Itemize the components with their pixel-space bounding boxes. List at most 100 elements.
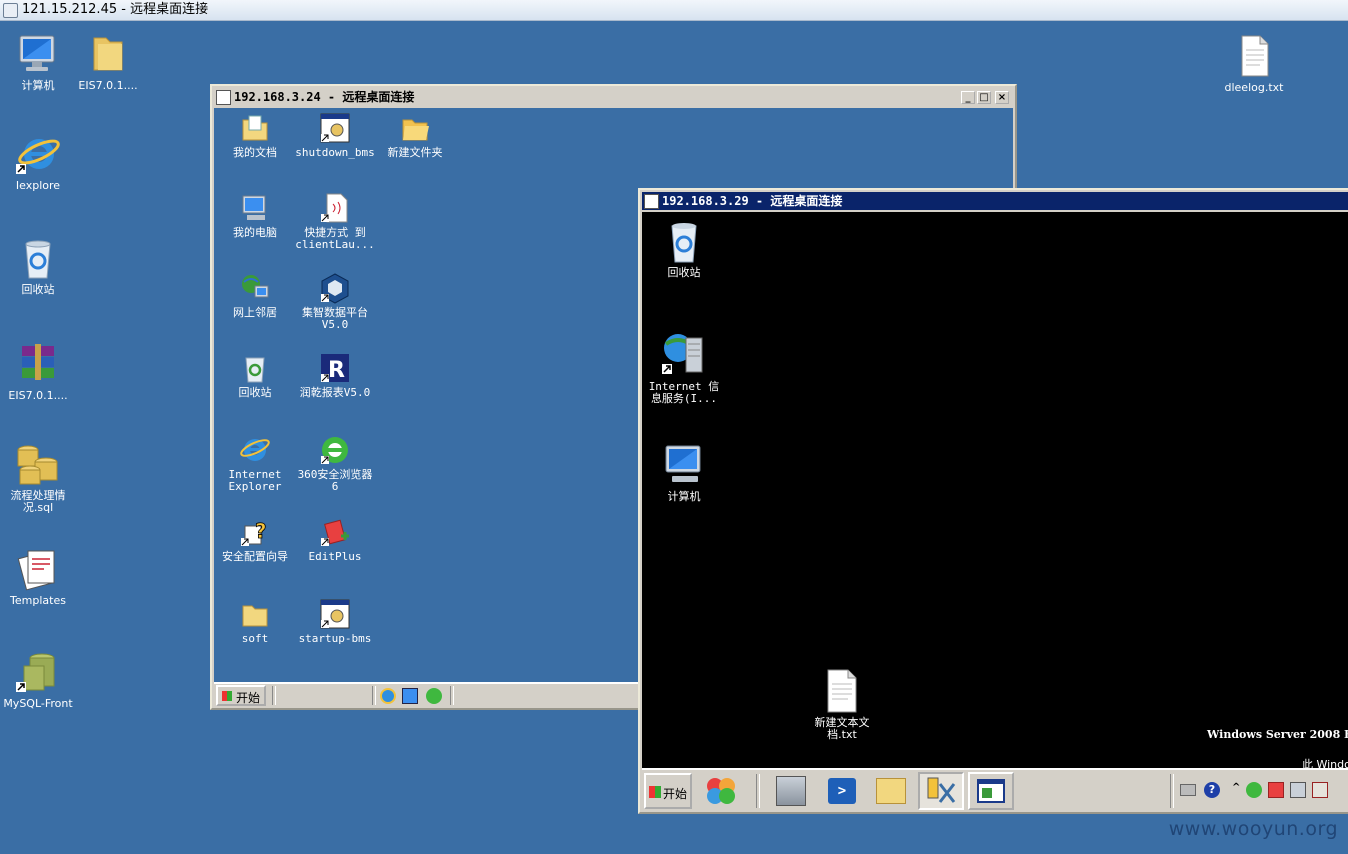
icon-label: startup-bms xyxy=(298,632,372,645)
remote-icon-new-text-document[interactable]: 新建文本文档.txt xyxy=(802,668,882,741)
start-label: 开始 xyxy=(236,691,261,705)
internet-explorer-icon xyxy=(240,439,270,461)
chevron-up-icon[interactable]: ^ xyxy=(1232,782,1242,798)
winrar-archive-icon xyxy=(22,344,54,380)
icon-label: 360安全浏览器6 xyxy=(297,468,373,493)
taskbar-app-tools-icon[interactable] xyxy=(918,772,964,810)
documents-folder-icon xyxy=(242,115,268,141)
remote-icon-iis-manager[interactable]: Internet 信息服务(I... xyxy=(644,330,724,405)
tray-network-icon[interactable] xyxy=(1290,782,1306,798)
network-icon xyxy=(242,275,269,298)
desktop-icon-dleelog[interactable]: dleelog.txt xyxy=(1214,32,1294,94)
icon-label: 润乾报表V5.0 xyxy=(299,386,371,399)
360-browser-icon xyxy=(321,437,348,464)
text-file-icon xyxy=(1241,35,1269,77)
desktop-icon-mysql-front[interactable]: MySQL-Front xyxy=(0,648,78,710)
remote-icon-360-browser[interactable]: 360安全浏览器6 xyxy=(295,434,375,493)
taskbar-app-window-icon[interactable] xyxy=(968,772,1014,810)
iis-server-icon xyxy=(662,334,703,374)
remote-icon-jizhi-platform[interactable]: 集智数据平台V5.0 xyxy=(295,272,375,331)
watermark: www.wooyun.org xyxy=(1168,818,1338,840)
remote-icon-clientlauncher-shortcut[interactable]: 快捷方式 到 clientLau... xyxy=(295,192,375,251)
icon-label: Internet Explorer xyxy=(228,468,282,493)
start-button[interactable]: 开始 xyxy=(644,773,692,809)
windows-logo-icon xyxy=(649,786,661,798)
icon-label: 快捷方式 到 clientLau... xyxy=(295,226,375,251)
desktop-icon-eis-archive[interactable]: EIS7.0.1.... xyxy=(0,340,78,402)
window-titlebar[interactable]: 192.168.3.24 - 远程桌面连接 _ □ × xyxy=(214,88,1013,106)
icon-label: 新建文本文档.txt xyxy=(814,716,870,741)
help-icon[interactable]: ? xyxy=(1204,782,1220,798)
remote-icon-new-folder[interactable]: 新建文件夹 xyxy=(375,112,455,159)
quicklaunch-desktop-icon[interactable] xyxy=(402,688,418,704)
desktop-icon-label: MySQL-Front xyxy=(3,697,73,710)
quicklaunch-ie-icon[interactable] xyxy=(380,688,396,704)
desktop-icon-label: Templates xyxy=(10,594,66,607)
start-button[interactable]: 开始 xyxy=(216,685,266,706)
window-titlebar[interactable]: 192.168.3.29 - 远程桌面连接 xyxy=(642,192,1348,210)
database-icon xyxy=(17,445,58,485)
windows-logo-icon xyxy=(222,691,232,701)
desktop-icon-iexplore[interactable]: Iexplore xyxy=(0,130,78,192)
remote-icon-my-documents[interactable]: 我的文档 xyxy=(215,112,295,159)
desktop-icon-sql-file[interactable]: 流程处理情况.sql xyxy=(0,440,78,514)
remote-icon-editplus[interactable]: EditPlus xyxy=(295,516,375,563)
taskbar-separator xyxy=(450,686,454,705)
recycle-bin-icon xyxy=(245,357,265,383)
remote-icon-my-computer[interactable]: 我的电脑 xyxy=(215,192,295,239)
remote-desktop-area[interactable]: 回收站 Internet 信息服务(I... 计算机 新建文本文档.txt Wi… xyxy=(642,212,1348,768)
desktop-icon-computer[interactable]: 计算机 xyxy=(0,30,78,92)
window-title: 192.168.3.24 - 远程桌面连接 xyxy=(234,90,415,104)
remote-desktop-icon xyxy=(644,194,659,209)
recycle-bin-icon xyxy=(671,223,697,263)
tray-security-alert-icon[interactable] xyxy=(1268,782,1284,798)
quicklaunch-360-icon[interactable] xyxy=(426,688,442,704)
batch-file-icon xyxy=(320,113,350,143)
remote-desktop-icon xyxy=(3,3,18,18)
quicklaunch-powershell-icon[interactable]: > xyxy=(828,778,856,804)
remote-icon-shutdown-bms[interactable]: shutdown_bms xyxy=(295,112,375,159)
desktop-icon-eis-folder[interactable]: EIS7.0.1.... xyxy=(68,30,148,92)
remote-icon-runqian-report[interactable]: R 润乾报表V5.0 xyxy=(295,352,375,399)
minimize-button[interactable]: _ xyxy=(961,91,975,104)
remote-icon-internet-explorer[interactable]: Internet Explorer xyxy=(215,434,295,493)
start-label: 开始 xyxy=(663,787,688,801)
remote-icon-security-wizard[interactable]: ? 安全配置向导 xyxy=(215,516,295,563)
icon-label: 集智数据平台V5.0 xyxy=(302,306,368,331)
computer-icon xyxy=(242,195,266,220)
quicklaunch-media-center-icon[interactable] xyxy=(704,776,738,806)
folder-icon xyxy=(93,37,123,71)
desktop-icon-templates[interactable]: Templates xyxy=(0,545,78,607)
svg-text:R: R xyxy=(328,358,345,383)
folder-icon xyxy=(402,119,429,141)
os-license-text: 此 Window xyxy=(1302,758,1348,768)
window-title: 192.168.3.29 - 远程桌面连接 xyxy=(662,194,843,208)
remote-icon-soft-folder[interactable]: soft xyxy=(215,598,295,645)
keyboard-icon[interactable] xyxy=(1180,784,1196,796)
icon-label: Internet 信息服务(I... xyxy=(648,380,720,405)
quicklaunch-server-manager-icon[interactable] xyxy=(776,776,806,806)
desktop-icon-label: Iexplore xyxy=(15,179,61,192)
remote-icon-computer[interactable]: 计算机 xyxy=(644,444,724,503)
computer-icon xyxy=(665,445,701,482)
java-file-icon xyxy=(321,193,348,223)
remote-icon-network-places[interactable]: 网上邻居 xyxy=(215,272,295,319)
tray-volume-icon[interactable] xyxy=(1312,782,1328,798)
icon-label: 计算机 xyxy=(667,490,701,503)
desktop-icon-recycle-bin[interactable]: 回收站 xyxy=(0,234,78,296)
outer-window-titlebar[interactable]: 121.15.212.45 - 远程桌面连接 xyxy=(0,0,1348,21)
tray-update-icon[interactable] xyxy=(1246,782,1262,798)
remote-icon-recycle-bin[interactable]: 回收站 xyxy=(644,220,724,279)
report-app-icon: R xyxy=(321,354,349,383)
batch-file-icon xyxy=(320,599,350,629)
close-button[interactable]: × xyxy=(995,91,1009,104)
quicklaunch-explorer-icon[interactable] xyxy=(876,778,906,804)
remote-icon-recycle-bin[interactable]: 回收站 xyxy=(215,352,295,399)
remote-desktop-icon xyxy=(216,90,231,105)
rdp-window-192-168-3-29[interactable]: 192.168.3.29 - 远程桌面连接 回收站 Internet 信息服务(… xyxy=(638,188,1348,814)
maximize-button[interactable]: □ xyxy=(977,91,991,104)
internet-explorer-icon xyxy=(16,139,60,174)
desktop-icon-label: 计算机 xyxy=(21,79,55,92)
remote-icon-startup-bms[interactable]: startup-bms xyxy=(295,598,375,645)
desktop-icon-label: EIS7.0.1.... xyxy=(78,79,138,92)
